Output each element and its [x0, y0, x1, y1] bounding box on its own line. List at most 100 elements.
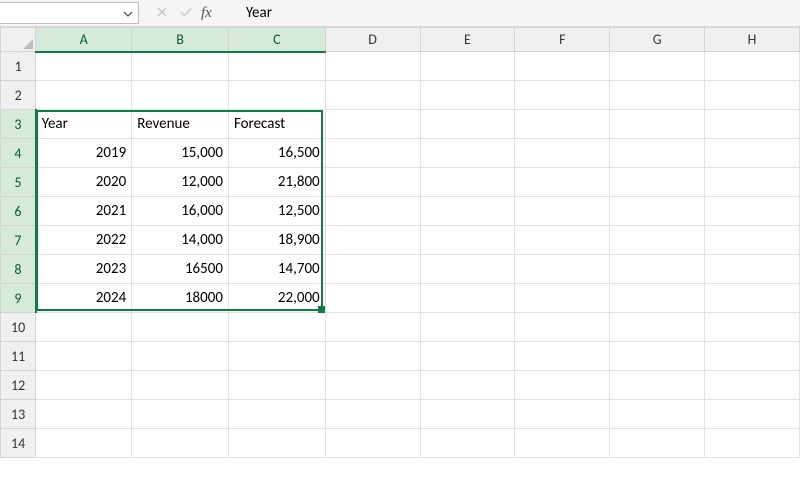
cell-G12[interactable]: [610, 371, 705, 400]
cell-E2[interactable]: [420, 81, 515, 110]
formula-bar-input[interactable]: [238, 2, 796, 24]
cell-A3[interactable]: Year: [36, 110, 132, 139]
cell-F10[interactable]: [515, 313, 610, 342]
column-header-G[interactable]: G: [610, 28, 705, 52]
cell-E7[interactable]: [420, 226, 515, 255]
cell-F3[interactable]: [515, 110, 610, 139]
cell-C7[interactable]: 18,900: [228, 226, 325, 255]
column-header-D[interactable]: D: [325, 28, 420, 52]
cell-E14[interactable]: [420, 429, 515, 458]
cell-C4[interactable]: 16,500: [228, 139, 325, 168]
cell-D1[interactable]: [325, 52, 420, 81]
cell-H5[interactable]: [705, 168, 800, 197]
cell-C10[interactable]: [228, 313, 325, 342]
cell-C2[interactable]: [228, 81, 325, 110]
cell-B5[interactable]: 12,000: [132, 168, 229, 197]
row-header-3[interactable]: 3: [1, 110, 36, 139]
cell-F9[interactable]: [515, 284, 610, 313]
cell-F13[interactable]: [515, 400, 610, 429]
row-header-13[interactable]: 13: [1, 400, 36, 429]
cell-H9[interactable]: [705, 284, 800, 313]
name-box-wrap[interactable]: [0, 2, 139, 24]
cell-H1[interactable]: [705, 52, 800, 81]
cell-G4[interactable]: [610, 139, 705, 168]
cell-A6[interactable]: 2021: [36, 197, 132, 226]
cell-G14[interactable]: [610, 429, 705, 458]
cell-E13[interactable]: [420, 400, 515, 429]
cell-H11[interactable]: [705, 342, 800, 371]
cell-F2[interactable]: [515, 81, 610, 110]
cell-C3[interactable]: Forecast: [228, 110, 325, 139]
cell-C12[interactable]: [228, 371, 325, 400]
cell-G13[interactable]: [610, 400, 705, 429]
cell-F14[interactable]: [515, 429, 610, 458]
cell-E10[interactable]: [420, 313, 515, 342]
cell-G8[interactable]: [610, 255, 705, 284]
cell-F12[interactable]: [515, 371, 610, 400]
column-header-F[interactable]: F: [515, 28, 610, 52]
row-header-12[interactable]: 12: [1, 371, 36, 400]
select-all-corner[interactable]: [1, 28, 36, 52]
cell-A8[interactable]: 2023: [36, 255, 132, 284]
row-header-2[interactable]: 2: [1, 81, 36, 110]
cell-F1[interactable]: [515, 52, 610, 81]
cell-D3[interactable]: [325, 110, 420, 139]
cell-D4[interactable]: [325, 139, 420, 168]
cell-D9[interactable]: [325, 284, 420, 313]
cell-D10[interactable]: [325, 313, 420, 342]
cell-G2[interactable]: [610, 81, 705, 110]
column-header-E[interactable]: E: [420, 28, 515, 52]
cell-D14[interactable]: [325, 429, 420, 458]
cell-E5[interactable]: [420, 168, 515, 197]
cell-B10[interactable]: [132, 313, 229, 342]
cell-A12[interactable]: [36, 371, 132, 400]
row-header-5[interactable]: 5: [1, 168, 36, 197]
row-header-14[interactable]: 14: [1, 429, 36, 458]
cell-D8[interactable]: [325, 255, 420, 284]
cell-C13[interactable]: [228, 400, 325, 429]
cell-C11[interactable]: [228, 342, 325, 371]
cell-A10[interactable]: [36, 313, 132, 342]
row-header-8[interactable]: 8: [1, 255, 36, 284]
row-header-6[interactable]: 6: [1, 197, 36, 226]
row-header-10[interactable]: 10: [1, 313, 36, 342]
cell-A13[interactable]: [36, 400, 132, 429]
cell-F5[interactable]: [515, 168, 610, 197]
cell-G9[interactable]: [610, 284, 705, 313]
cell-D5[interactable]: [325, 168, 420, 197]
column-header-A[interactable]: A: [36, 28, 132, 52]
cell-D11[interactable]: [325, 342, 420, 371]
cell-G11[interactable]: [610, 342, 705, 371]
cell-C9[interactable]: 22,000: [228, 284, 325, 313]
fx-icon[interactable]: fx: [201, 5, 212, 22]
cell-D12[interactable]: [325, 371, 420, 400]
cell-H12[interactable]: [705, 371, 800, 400]
cell-H13[interactable]: [705, 400, 800, 429]
name-box-input[interactable]: [0, 3, 138, 23]
spreadsheet-grid[interactable]: ABCDEFGH123YearRevenueForecast4201915,00…: [0, 27, 800, 458]
cell-D6[interactable]: [325, 197, 420, 226]
cell-D2[interactable]: [325, 81, 420, 110]
cell-H8[interactable]: [705, 255, 800, 284]
cell-B13[interactable]: [132, 400, 229, 429]
row-header-1[interactable]: 1: [1, 52, 36, 81]
cell-E3[interactable]: [420, 110, 515, 139]
cell-E11[interactable]: [420, 342, 515, 371]
row-header-11[interactable]: 11: [1, 342, 36, 371]
cell-F6[interactable]: [515, 197, 610, 226]
cell-B11[interactable]: [132, 342, 229, 371]
cell-B6[interactable]: 16,000: [132, 197, 229, 226]
cell-G1[interactable]: [610, 52, 705, 81]
cell-C14[interactable]: [228, 429, 325, 458]
cell-A14[interactable]: [36, 429, 132, 458]
cell-B12[interactable]: [132, 371, 229, 400]
row-header-9[interactable]: 9: [1, 284, 36, 313]
column-header-H[interactable]: H: [705, 28, 800, 52]
cell-E6[interactable]: [420, 197, 515, 226]
cell-A7[interactable]: 2022: [36, 226, 132, 255]
cell-A9[interactable]: 2024: [36, 284, 132, 313]
cell-H2[interactable]: [705, 81, 800, 110]
column-header-B[interactable]: B: [132, 28, 229, 52]
row-header-4[interactable]: 4: [1, 139, 36, 168]
cell-A2[interactable]: [36, 81, 132, 110]
